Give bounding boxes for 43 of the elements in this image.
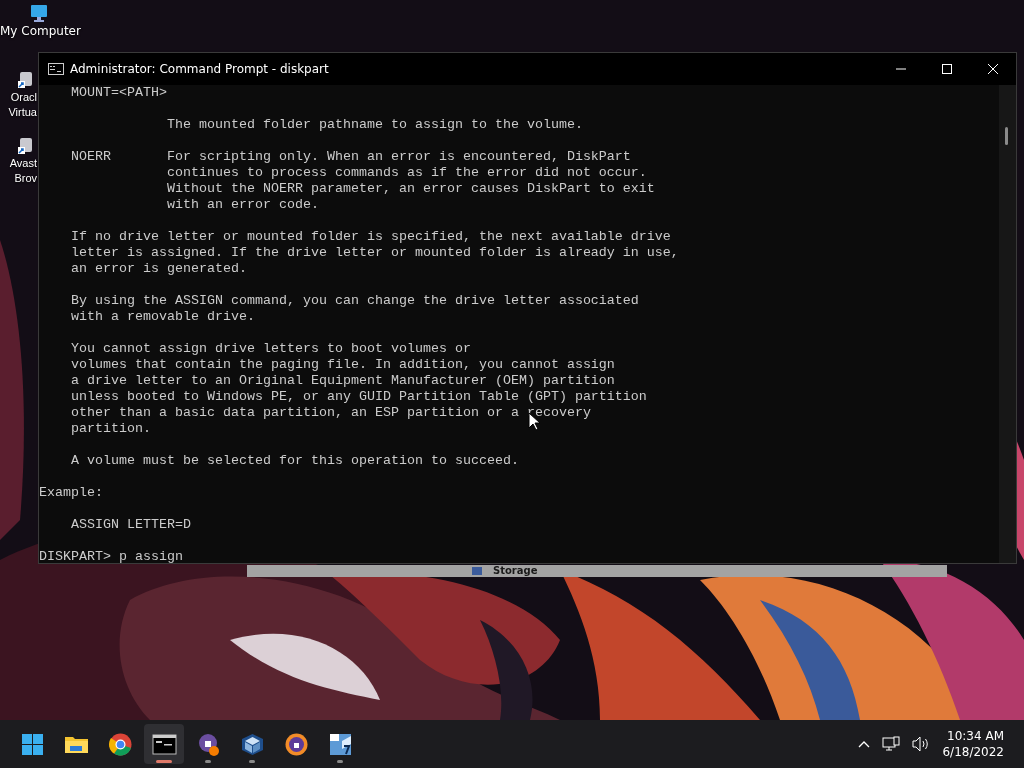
- console-line: with an error code.: [165, 197, 319, 213]
- clock-time[interactable]: 10:34 AM: [942, 728, 1004, 744]
- scrollbar-thumb[interactable]: [1005, 127, 1008, 145]
- scrollbar[interactable]: [999, 85, 1016, 563]
- window-title: Administrator: Command Prompt - diskpart: [70, 61, 330, 78]
- volume-icon[interactable]: [912, 736, 931, 752]
- console-line: with a removable drive.: [70, 309, 255, 325]
- console-line: If no drive letter or mounted folder is specified, the next available drive: [70, 229, 671, 245]
- icon-label[interactable]: Avast Brov: [0, 156, 37, 186]
- console-line: volumes that contain the paging file. In addition, you cannot assign: [70, 357, 615, 373]
- console-line: ASSIGN LETTER=D: [70, 517, 191, 533]
- console-line: By using the ASSIGN command, you can change the drive letter associated: [70, 293, 639, 309]
- console-line: Example:: [39, 485, 103, 501]
- console-line: letter is assigned. If the drive letter or mounted folder is already in use,: [70, 245, 679, 261]
- network-icon[interactable]: [882, 736, 901, 752]
- browser-icon: [107, 731, 133, 757]
- console-line: You cannot assign drive letters to boot volumes or: [70, 341, 471, 357]
- app-icon: [327, 731, 353, 757]
- maximize-icon: [942, 64, 952, 74]
- clock-date[interactable]: 6/18/2022: [942, 744, 1004, 760]
- console-line: The mounted folder pathname to assign to the volume.: [165, 117, 583, 133]
- console-line: partition.: [70, 421, 151, 437]
- chevron-icon[interactable]: [858, 740, 871, 748]
- console-line: other than a basic data partition, an ESP partition or a recovery: [70, 405, 591, 421]
- monitor-icon[interactable]: [29, 4, 49, 23]
- console-line: NOERR For scripting only. When an error is encountered, DiskPart: [70, 149, 631, 165]
- console-line: a drive letter to an Original Equipment Manufacturer (OEM) partition: [70, 373, 615, 389]
- console-line: an error is generated.: [70, 261, 247, 277]
- icon-label[interactable]: Oracl Virtua: [0, 90, 37, 120]
- window-title: Storage: [493, 565, 538, 577]
- cube-icon: [239, 731, 265, 757]
- console-line: unless booted to Windows PE, or any GUID Partition Table (GPT) partition: [70, 389, 647, 405]
- taskbar-button[interactable]: [144, 724, 184, 764]
- console-line: Without the NOERR parameter, an error causes DiskPart to exit: [165, 181, 655, 197]
- icon-label[interactable]: My Computer: [0, 24, 81, 39]
- close-icon: [988, 64, 998, 74]
- console-line: MOUNT=<PATH>: [70, 85, 167, 101]
- terminal-icon: [151, 731, 177, 757]
- console-line: continues to process commands as if the error did not occur.: [165, 165, 647, 181]
- storage-icon: [472, 567, 482, 575]
- console-line: A volume must be selected for this operation to succeed.: [70, 453, 519, 469]
- console-line: DISKPART> p assign: [39, 549, 183, 563]
- terminal-icon: [48, 63, 64, 75]
